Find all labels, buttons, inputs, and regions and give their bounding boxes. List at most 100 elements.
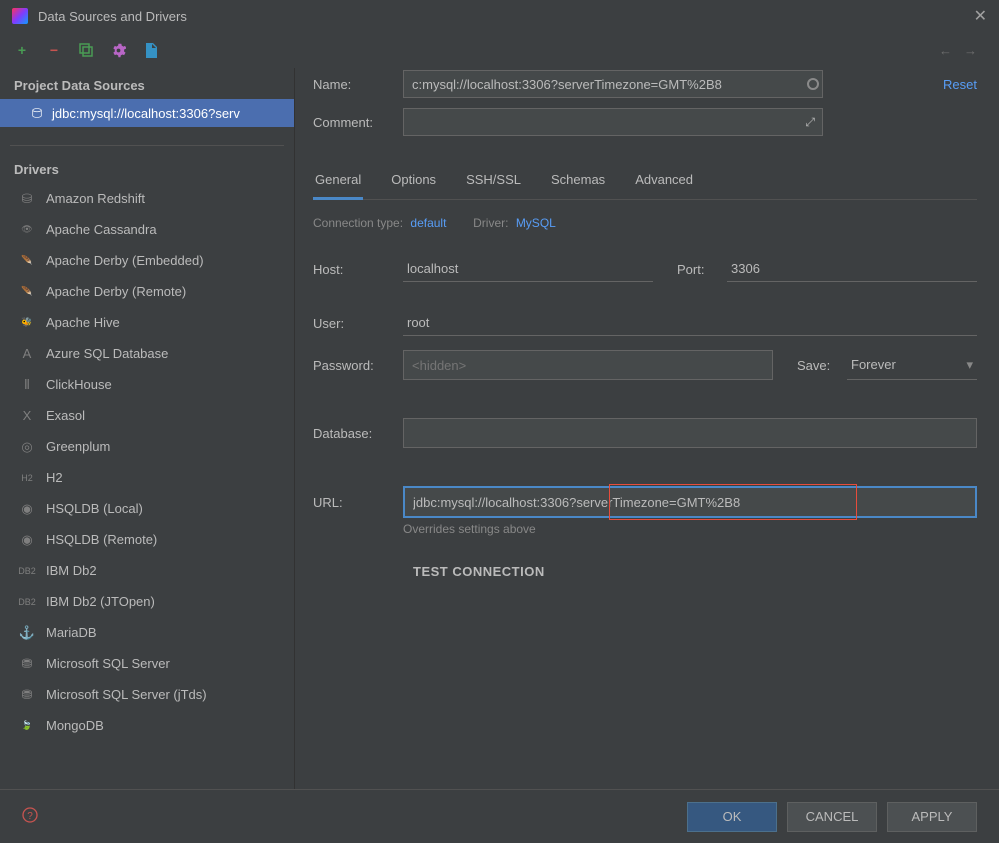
driver-icon: ⛃ (18, 686, 36, 704)
add-icon[interactable]: + (14, 42, 30, 58)
test-connection-button[interactable]: TEST CONNECTION (413, 564, 977, 579)
window-title: Data Sources and Drivers (38, 9, 187, 24)
driver-item[interactable]: DB2 IBM Db2 (JTOpen) (0, 586, 294, 617)
divider (10, 145, 284, 146)
ok-button[interactable]: OK (687, 802, 777, 832)
driver-icon: X (18, 407, 36, 425)
comment-label: Comment: (313, 115, 403, 130)
host-label: Host: (313, 262, 403, 277)
tab-general[interactable]: General (313, 164, 363, 200)
driver-item[interactable]: ◉HSQLDB (Local) (0, 493, 294, 524)
duplicate-icon[interactable] (78, 42, 94, 58)
make-global-icon[interactable] (142, 42, 158, 58)
save-select[interactable]: Forever ▾ (847, 350, 977, 380)
driver-item[interactable]: H2H2 (0, 462, 294, 493)
drivers-header: Drivers (0, 152, 294, 183)
sidebar: Project Data Sources jdbc:mysql://localh… (0, 68, 295, 789)
driver-label: Apache Hive (46, 315, 120, 330)
driver-item[interactable]: 🪶Apache Derby (Remote) (0, 276, 294, 307)
connection-type-link[interactable]: default (410, 216, 446, 230)
driver-label: Microsoft SQL Server (46, 656, 170, 671)
driver-item[interactable]: 🍃 MongoDB (0, 710, 294, 741)
driver-icon: A (18, 345, 36, 363)
driver-item[interactable]: DB2IBM Db2 (0, 555, 294, 586)
driver-item[interactable]: 🪶Apache Derby (Embedded) (0, 245, 294, 276)
footer: ? OK CANCEL APPLY (0, 789, 999, 843)
expand-icon[interactable]: ⤢ (805, 115, 815, 130)
driver-label: ClickHouse (46, 377, 112, 392)
user-input[interactable] (403, 310, 977, 336)
driver-item[interactable]: XExasol (0, 400, 294, 431)
status-indicator-icon (807, 78, 819, 90)
database-input[interactable] (403, 418, 977, 448)
driver-list[interactable]: ⛁Amazon Redshift👁Apache Cassandra🪶Apache… (0, 183, 294, 789)
driver-item[interactable]: ⛃ Microsoft SQL Server (jTds) (0, 679, 294, 710)
toolbar: + − ← → (0, 32, 999, 68)
driver-item[interactable]: 🐝 Apache Hive (0, 307, 294, 338)
driver-icon: ⛁ (18, 190, 36, 208)
data-source-item[interactable]: jdbc:mysql://localhost:3306?serv (0, 99, 294, 127)
apply-button[interactable]: APPLY (887, 802, 977, 832)
driver-item[interactable]: ⛃ Microsoft SQL Server (0, 648, 294, 679)
settings-icon[interactable] (110, 42, 126, 58)
override-note: Overrides settings above (403, 522, 977, 536)
app-logo-icon (12, 8, 28, 24)
driver-label: Greenplum (46, 439, 110, 454)
driver-icon: 🍃 (18, 717, 36, 735)
database-label: Database: (313, 426, 403, 441)
driver-label: Microsoft SQL Server (jTds) (46, 687, 207, 702)
driver-icon: DB2 (18, 593, 36, 611)
tab-ssh-ssl[interactable]: SSH/SSL (464, 164, 523, 200)
driver-item[interactable]: ⛁ Amazon Redshift (0, 183, 294, 214)
driver-label: Apache Derby (Embedded) (46, 253, 204, 268)
driver-link[interactable]: MySQL (516, 216, 556, 230)
driver-item[interactable]: ◉HSQLDB (Remote) (0, 524, 294, 555)
url-input[interactable] (403, 486, 977, 518)
driver-item[interactable]: ⚓ MariaDB (0, 617, 294, 648)
name-input[interactable] (403, 70, 823, 98)
host-input[interactable] (403, 256, 653, 282)
driver-label: H2 (46, 470, 63, 485)
connection-type-label: Connection type: (313, 216, 403, 230)
driver-icon: ⛃ (18, 655, 36, 673)
tab-advanced[interactable]: Advanced (633, 164, 695, 200)
name-label: Name: (313, 77, 403, 92)
driver-icon: ⦀ (18, 376, 36, 394)
remove-icon[interactable]: − (46, 42, 62, 58)
driver-label: Apache Cassandra (46, 222, 157, 237)
driver-icon: ⚓ (18, 624, 36, 642)
back-icon[interactable]: ← (939, 43, 952, 58)
url-label: URL: (313, 495, 403, 510)
driver-label: Amazon Redshift (46, 191, 145, 206)
cancel-button[interactable]: CANCEL (787, 802, 877, 832)
driver-item[interactable]: AAzure SQL Database (0, 338, 294, 369)
driver-label: MongoDB (46, 718, 104, 733)
save-value: Forever (851, 357, 896, 372)
password-label: Password: (313, 358, 403, 373)
driver-label: IBM Db2 (JTOpen) (46, 594, 155, 609)
port-label: Port: (677, 262, 727, 277)
driver-item[interactable]: ◎Greenplum (0, 431, 294, 462)
driver-label: HSQLDB (Local) (46, 501, 143, 516)
port-input[interactable] (727, 256, 977, 282)
driver-item[interactable]: 👁Apache Cassandra (0, 214, 294, 245)
save-label: Save: (797, 358, 847, 373)
forward-icon[interactable]: → (964, 43, 977, 58)
driver-label: MariaDB (46, 625, 97, 640)
connection-info: Connection type: default Driver: MySQL (313, 216, 977, 230)
tab-schemas[interactable]: Schemas (549, 164, 607, 200)
driver-label: Apache Derby (Remote) (46, 284, 186, 299)
user-label: User: (313, 316, 403, 331)
comment-input[interactable] (403, 108, 823, 136)
tabs: General Options SSH/SSL Schemas Advanced (313, 164, 977, 200)
password-input[interactable] (403, 350, 773, 380)
driver-item[interactable]: ⦀ ClickHouse (0, 369, 294, 400)
project-data-sources-header: Project Data Sources (0, 68, 294, 99)
help-icon[interactable]: ? (22, 807, 38, 827)
reset-link[interactable]: Reset (943, 77, 977, 92)
tab-options[interactable]: Options (389, 164, 438, 200)
data-source-label: jdbc:mysql://localhost:3306?serv (52, 106, 240, 121)
close-icon[interactable]: ✕ (974, 6, 987, 26)
title-bar: Data Sources and Drivers ✕ (0, 0, 999, 32)
driver-icon: 🐝 (18, 314, 36, 332)
